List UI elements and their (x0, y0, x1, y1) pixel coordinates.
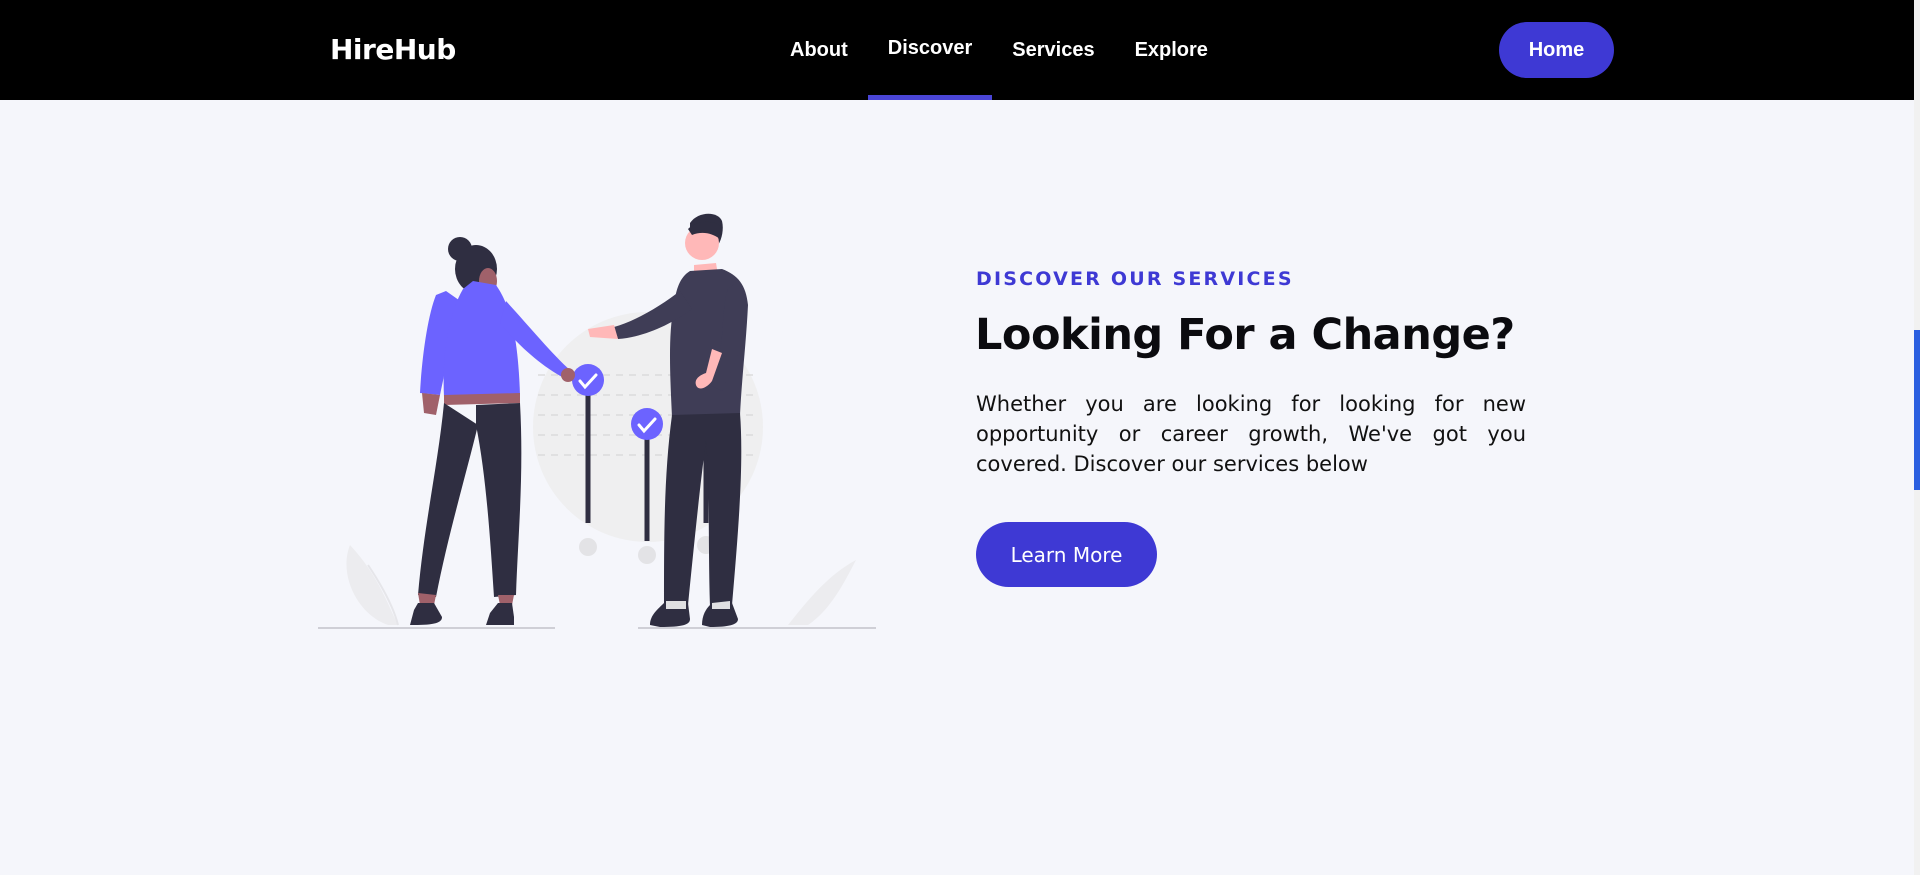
scrollbar-thumb[interactable] (1914, 330, 1920, 490)
nav-link-explore[interactable]: Explore (1115, 0, 1228, 100)
hero-description: Whether you are looking for looking for … (976, 392, 1526, 476)
leaf-decoration-right (788, 560, 856, 625)
main-nav: About Discover Services Explore (770, 0, 1228, 100)
section-eyebrow: DISCOVER OUR SERVICES (976, 268, 1294, 290)
people-checklist-illustration (318, 213, 876, 629)
nav-link-about[interactable]: About (770, 0, 868, 100)
bottom-edge (0, 875, 1920, 892)
nav-link-discover[interactable]: Discover (867, 0, 993, 100)
leaf-decoration-left (346, 545, 398, 625)
home-button[interactable]: Home (1499, 22, 1614, 78)
learn-more-button[interactable]: Learn More (976, 522, 1157, 587)
top-navbar: HireHub About Discover Services Explore … (0, 0, 1920, 100)
brand-logo[interactable]: HireHub (330, 33, 456, 66)
hero-title: Looking For a Change? (975, 310, 1515, 360)
nav-link-services[interactable]: Services (992, 0, 1114, 100)
